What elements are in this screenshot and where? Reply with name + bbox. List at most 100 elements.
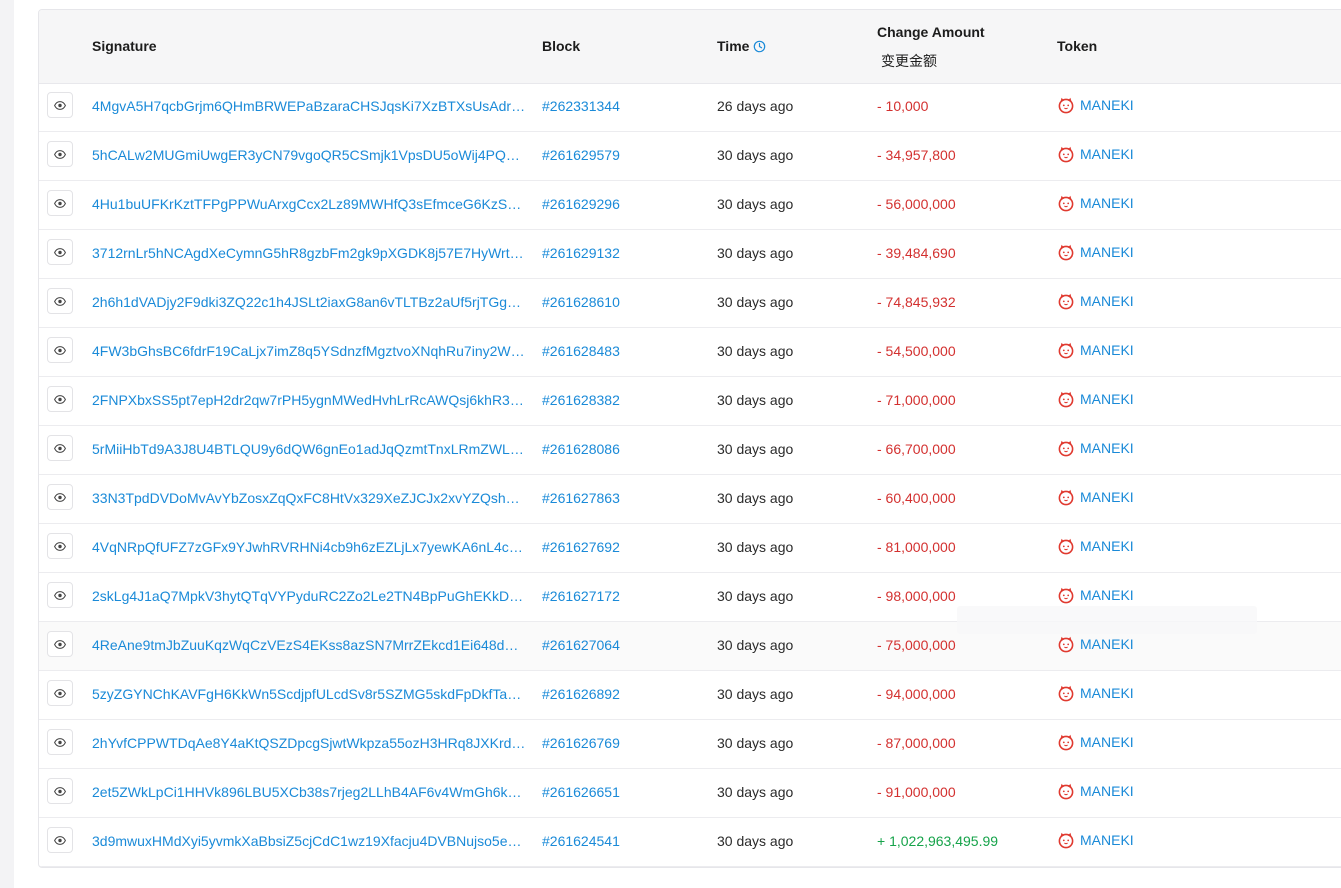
block-link[interactable]: #261628086 xyxy=(542,441,620,457)
token-link[interactable]: MANEKI xyxy=(1057,782,1134,800)
eye-icon xyxy=(54,737,66,747)
eye-icon xyxy=(54,247,66,257)
token-link[interactable]: MANEKI xyxy=(1057,390,1134,408)
token-name: MANEKI xyxy=(1080,538,1134,554)
token-link[interactable]: MANEKI xyxy=(1057,439,1134,457)
token-link[interactable]: MANEKI xyxy=(1057,635,1134,653)
block-link[interactable]: #261628382 xyxy=(542,392,620,408)
token-link[interactable]: MANEKI xyxy=(1057,243,1134,261)
block-link[interactable]: #261627863 xyxy=(542,490,620,506)
block-link[interactable]: #261624541 xyxy=(542,833,620,849)
signature-link[interactable]: 5zyZGYNChKAVFgH6KkWn5ScdjpfULcdSv8r5SZMG… xyxy=(92,686,526,702)
left-gutter xyxy=(0,0,14,888)
time-ago: 30 days ago xyxy=(717,196,794,212)
column-header-change-amount-sub: 变更金额 xyxy=(881,53,937,69)
signature-link[interactable]: 4VqNRpQfUFZ7zGFx9YJwhRVRHNi4cb9h6zEZLjLx… xyxy=(92,539,526,555)
view-details-button[interactable] xyxy=(47,92,73,118)
signature-link[interactable]: 5rMiiHbTd9A3J8U4BTLQU9y6dQW6gnEo1adJqQzm… xyxy=(92,441,526,457)
block-link[interactable]: #261627172 xyxy=(542,588,620,604)
signature-link[interactable]: 2skLg4J1aQ7MpkV3hytQTqVYPyduRC2Zo2Le2TN4… xyxy=(92,588,526,604)
column-header-time[interactable]: Time xyxy=(717,38,766,54)
token-link[interactable]: MANEKI xyxy=(1057,96,1134,114)
view-details-button[interactable] xyxy=(47,827,73,853)
token-name: MANEKI xyxy=(1080,734,1134,750)
eye-icon xyxy=(54,198,66,208)
block-link[interactable]: #261629132 xyxy=(542,245,620,261)
token-link[interactable]: MANEKI xyxy=(1057,145,1134,163)
table-row: 4Hu1buUFKrKztTFPgPPWuArxgCcx2Lz89MWHfQ3s… xyxy=(39,181,1341,230)
maneki-token-icon xyxy=(1058,195,1074,212)
view-details-button[interactable] xyxy=(47,778,73,804)
token-link[interactable]: MANEKI xyxy=(1057,684,1134,702)
time-ago: 30 days ago xyxy=(717,441,794,457)
token-name: MANEKI xyxy=(1080,489,1134,505)
view-details-button[interactable] xyxy=(47,337,73,363)
token-link[interactable]: MANEKI xyxy=(1057,537,1134,555)
token-link[interactable]: MANEKI xyxy=(1057,831,1134,849)
token-name: MANEKI xyxy=(1080,146,1134,162)
signature-link[interactable]: 4Hu1buUFKrKztTFPgPPWuArxgCcx2Lz89MWHfQ3s… xyxy=(92,196,526,212)
signature-link[interactable]: 5hCALw2MUGmiUwgER3yCN79vgoQR5CSmjk1VpsDU… xyxy=(92,147,526,163)
block-link[interactable]: #261626651 xyxy=(542,784,620,800)
change-amount: - 81,000,000 xyxy=(877,539,956,555)
signature-link[interactable]: 4FW3bGhsBC6fdrF19CaLjx7imZ8q5YSdnzfMgztv… xyxy=(92,343,526,359)
change-amount: - 10,000 xyxy=(877,98,929,114)
view-details-button[interactable] xyxy=(47,141,73,167)
token-link[interactable]: MANEKI xyxy=(1057,733,1134,751)
eye-icon xyxy=(54,786,66,796)
view-details-button[interactable] xyxy=(47,729,73,755)
signature-link[interactable]: 2hYvfCPPWTDqAe8Y4aKtQSZDpcgSjwtWkpza55oz… xyxy=(92,735,526,751)
block-link[interactable]: #261628483 xyxy=(542,343,620,359)
view-details-button[interactable] xyxy=(47,190,73,216)
view-details-button[interactable] xyxy=(47,680,73,706)
block-link[interactable]: #261626892 xyxy=(542,686,620,702)
view-details-button[interactable] xyxy=(47,239,73,265)
change-amount: + 1,022,963,495.99 xyxy=(877,833,999,849)
view-details-button[interactable] xyxy=(47,435,73,461)
block-link[interactable]: #261629579 xyxy=(542,147,620,163)
view-details-button[interactable] xyxy=(47,288,73,314)
block-link[interactable]: #261627064 xyxy=(542,637,620,653)
change-amount: - 98,000,000 xyxy=(877,588,956,604)
column-header-signature: Signature xyxy=(92,38,157,54)
token-link[interactable]: MANEKI xyxy=(1057,194,1134,212)
view-details-button[interactable] xyxy=(47,631,73,657)
transactions-table: Signature Block Time Change Amount 变更金额 … xyxy=(38,9,1341,868)
eye-icon xyxy=(54,100,66,110)
table-row: 3d9mwuxHMdXyi5yvmkXaBbsiZ5cjCdC1wz19Xfac… xyxy=(39,818,1341,867)
table-header: Signature Block Time Change Amount 变更金额 … xyxy=(39,10,1341,84)
view-details-button[interactable] xyxy=(47,386,73,412)
view-details-button[interactable] xyxy=(47,484,73,510)
token-link[interactable]: MANEKI xyxy=(1057,586,1134,604)
block-link[interactable]: #261628610 xyxy=(542,294,620,310)
signature-link[interactable]: 3712rnLr5hNCAgdXeCymnG5hR8gzbFm2gk9pXGDK… xyxy=(92,245,526,261)
token-link[interactable]: MANEKI xyxy=(1057,341,1134,359)
table-row: 2h6h1dVADjy2F9dki3ZQ22c1h4JSLt2iaxG8an6v… xyxy=(39,279,1341,328)
signature-link[interactable]: 2h6h1dVADjy2F9dki3ZQ22c1h4JSLt2iaxG8an6v… xyxy=(92,294,526,310)
block-link[interactable]: #262331344 xyxy=(542,98,620,114)
signature-link[interactable]: 4ReAne9tmJbZuuKqzWqCzVEzS4EKss8azSN7MrrZ… xyxy=(92,637,526,653)
table-row: 4FW3bGhsBC6fdrF19CaLjx7imZ8q5YSdnzfMgztv… xyxy=(39,328,1341,377)
change-amount: - 39,484,690 xyxy=(877,245,956,261)
time-ago: 30 days ago xyxy=(717,637,794,653)
eye-icon xyxy=(54,492,66,502)
signature-link[interactable]: 33N3TpdDVDoMvAvYbZosxZqQxFC8HtVx329XeZJC… xyxy=(92,490,526,506)
block-link[interactable]: #261627692 xyxy=(542,539,620,555)
signature-link[interactable]: 2FNPXbxSS5pt7epH2dr2qw7rPH5ygnMWedHvhLrR… xyxy=(92,392,526,408)
change-amount: - 87,000,000 xyxy=(877,735,956,751)
block-link[interactable]: #261629296 xyxy=(542,196,620,212)
token-link[interactable]: MANEKI xyxy=(1057,292,1134,310)
signature-link[interactable]: 3d9mwuxHMdXyi5yvmkXaBbsiZ5cjCdC1wz19Xfac… xyxy=(92,833,526,849)
block-link[interactable]: #261626769 xyxy=(542,735,620,751)
eye-icon xyxy=(54,835,66,845)
signature-link[interactable]: 2et5ZWkLpCi1HHVk896LBU5XCb38s7rjeg2LLhB4… xyxy=(92,784,526,800)
clock-icon[interactable] xyxy=(753,40,766,53)
time-ago: 30 days ago xyxy=(717,343,794,359)
eye-icon xyxy=(54,688,66,698)
table-row: 5rMiiHbTd9A3J8U4BTLQU9y6dQW6gnEo1adJqQzm… xyxy=(39,426,1341,475)
time-ago: 30 days ago xyxy=(717,735,794,751)
view-details-button[interactable] xyxy=(47,582,73,608)
signature-link[interactable]: 4MgvA5H7qcbGrjm6QHmBRWEPaBzaraCHSJqsKi7X… xyxy=(92,98,526,114)
view-details-button[interactable] xyxy=(47,533,73,559)
token-link[interactable]: MANEKI xyxy=(1057,488,1134,506)
